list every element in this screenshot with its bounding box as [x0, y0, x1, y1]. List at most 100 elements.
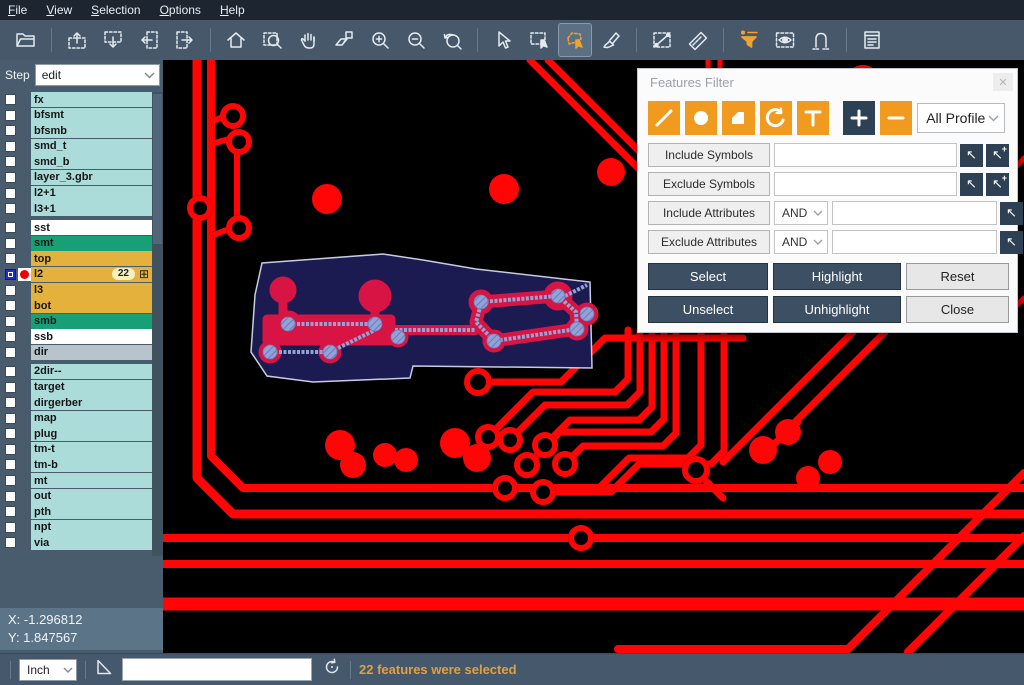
layer-checkbox[interactable]: [5, 188, 16, 199]
layer-checkbox[interactable]: [5, 300, 16, 311]
exclude-attributes-button[interactable]: Exclude Attributes: [648, 230, 770, 254]
layer-scrollbar[interactable]: [152, 92, 163, 556]
layer-checkbox[interactable]: [5, 506, 16, 517]
include-attributes-button[interactable]: Include Attributes: [648, 201, 770, 225]
unhighlight-button[interactable]: Unhighlight: [773, 296, 901, 323]
layer-checkbox[interactable]: [5, 125, 16, 136]
layer-row-top[interactable]: top: [0, 251, 152, 266]
layer-row-npt[interactable]: npt: [0, 520, 152, 535]
layer-checkbox[interactable]: [5, 156, 16, 167]
layer-row-l2+1[interactable]: l2+1: [0, 186, 152, 201]
layer-checkbox[interactable]: [5, 141, 16, 152]
reset-button[interactable]: Reset: [906, 263, 1009, 290]
layer-row-dirgerber[interactable]: dirgerber: [0, 395, 152, 410]
layer-row-pth[interactable]: pth: [0, 504, 152, 519]
layer-row-dir[interactable]: dir: [0, 345, 152, 360]
filter-line-button[interactable]: [648, 101, 680, 135]
zoom-window-button[interactable]: [256, 24, 288, 56]
layer-row-smd_t[interactable]: smd_t: [0, 139, 152, 154]
highlight-button[interactable]: Highlight: [773, 263, 901, 290]
layer-row-map[interactable]: map: [0, 411, 152, 426]
layer-row-ssb[interactable]: ssb: [0, 329, 152, 344]
layer-checkbox[interactable]: [5, 203, 16, 214]
layer-row-l3+1[interactable]: l3+1: [0, 201, 152, 216]
layer-row-via[interactable]: via: [0, 535, 152, 550]
layer-row-tm-t[interactable]: tm-t: [0, 442, 152, 457]
layer-row-fx[interactable]: fx: [0, 92, 152, 107]
layer-row-tm-b[interactable]: tm-b: [0, 457, 152, 472]
layer-checkbox[interactable]: [5, 413, 16, 424]
home-view-button[interactable]: [220, 24, 252, 56]
grid-icon[interactable]: ⊞: [139, 268, 149, 280]
zoom-out-button[interactable]: [400, 24, 432, 56]
select-pointer-button[interactable]: [487, 24, 519, 56]
layer-checkbox[interactable]: [5, 491, 16, 502]
layer-row-smt[interactable]: smt: [0, 236, 152, 251]
layer-checkbox[interactable]: [5, 222, 16, 233]
layer-row-target[interactable]: target: [0, 380, 152, 395]
step-select[interactable]: edit: [35, 64, 160, 86]
layer-checkbox[interactable]: [5, 537, 16, 548]
features-filter-button[interactable]: [733, 24, 765, 56]
layer-row-out[interactable]: out: [0, 489, 152, 504]
layer-row-mt[interactable]: mt: [0, 473, 152, 488]
layer-checkbox[interactable]: [5, 366, 16, 377]
close-icon[interactable]: ✕: [993, 73, 1013, 91]
report-button[interactable]: [856, 24, 888, 56]
open-button[interactable]: [10, 24, 42, 56]
operator-select[interactable]: AND: [774, 230, 828, 254]
shift-up-button[interactable]: [61, 24, 93, 56]
layer-checkbox[interactable]: [5, 316, 16, 327]
shift-left-button[interactable]: [133, 24, 165, 56]
view-options-button[interactable]: [769, 24, 801, 56]
layer-checkbox[interactable]: [5, 382, 16, 393]
menu-selection[interactable]: Selection: [83, 1, 151, 20]
unselect-button[interactable]: Unselect: [648, 296, 768, 323]
layer-row-l3[interactable]: l3: [0, 283, 152, 298]
menu-view[interactable]: View: [38, 1, 83, 20]
pick-arrow-button[interactable]: ↖: [1000, 202, 1023, 225]
filter-remove-button[interactable]: [880, 101, 912, 135]
select-button[interactable]: Select: [648, 263, 768, 290]
exclude-attributes-input[interactable]: [832, 230, 997, 254]
layer-row-smd_b[interactable]: smd_b: [0, 154, 152, 169]
layer-row-smb[interactable]: smb: [0, 314, 152, 329]
operator-select[interactable]: AND: [774, 201, 828, 225]
zoom-in-button[interactable]: [364, 24, 396, 56]
include-symbols-input[interactable]: [774, 143, 957, 167]
layer-checkbox[interactable]: [5, 253, 16, 264]
exclude-symbols-button[interactable]: Exclude Symbols: [648, 172, 770, 196]
layer-row-l2[interactable]: l222⊞: [0, 267, 152, 282]
pick-arrow-button[interactable]: ↖: [960, 173, 983, 196]
menu-file[interactable]: File: [0, 1, 38, 20]
layer-checkbox[interactable]: [5, 110, 16, 121]
filter-text-button[interactable]: [797, 101, 829, 135]
layer-checkbox[interactable]: [5, 459, 16, 470]
shift-right-button[interactable]: [169, 24, 201, 56]
layer-row-bfsmt[interactable]: bfsmt: [0, 108, 152, 123]
clean-brush-button[interactable]: [595, 24, 627, 56]
layer-row-sst[interactable]: sst: [0, 220, 152, 235]
layer-checkbox[interactable]: [5, 428, 16, 439]
filter-arc-button[interactable]: [760, 101, 792, 135]
layer-checkbox[interactable]: [5, 331, 16, 342]
menu-help[interactable]: Help: [212, 1, 256, 20]
measure-angle-icon[interactable]: [94, 657, 114, 682]
layer-row-2dir--[interactable]: 2dir--: [0, 364, 152, 379]
layer-checkbox[interactable]: [5, 172, 16, 183]
layer-checkbox[interactable]: [5, 238, 16, 249]
filter-pad-button[interactable]: [685, 101, 717, 135]
menu-options[interactable]: Options: [152, 1, 212, 20]
pick-arrow-add-button[interactable]: ↖+: [986, 173, 1009, 196]
layer-row-plug[interactable]: plug: [0, 426, 152, 441]
profile-select[interactable]: All Profile: [917, 103, 1005, 133]
layer-row-bot[interactable]: bot: [0, 298, 152, 313]
pick-arrow-button[interactable]: ↖: [960, 144, 983, 167]
refresh-icon[interactable]: [322, 657, 342, 682]
rectangle-select-button[interactable]: [523, 24, 555, 56]
unit-select[interactable]: Inch: [19, 659, 77, 681]
shift-down-button[interactable]: [97, 24, 129, 56]
filter-add-button[interactable]: [843, 101, 875, 135]
include-attributes-input[interactable]: [832, 201, 997, 225]
layer-row-bfsmb[interactable]: bfsmb: [0, 123, 152, 138]
